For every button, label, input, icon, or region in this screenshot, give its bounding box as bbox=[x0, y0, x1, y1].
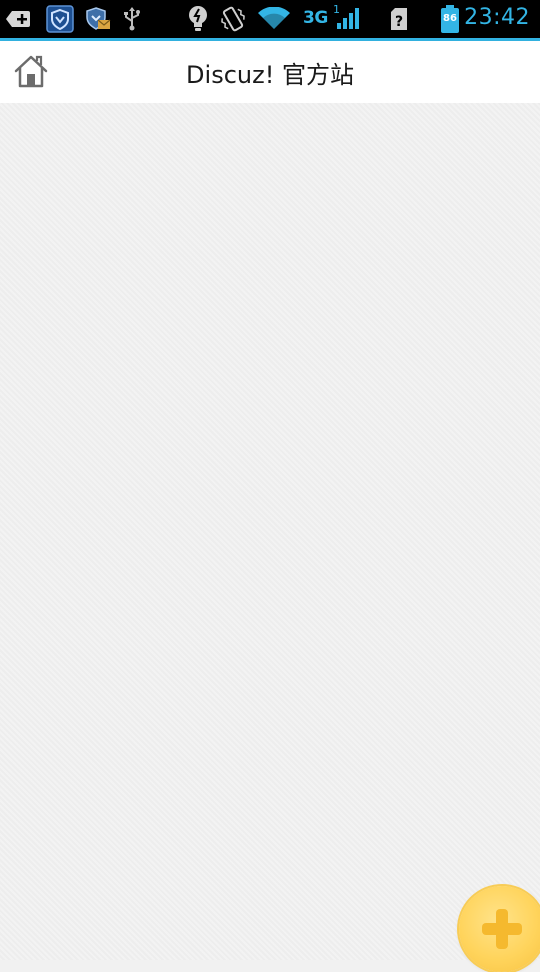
lightbulb-icon bbox=[185, 0, 211, 38]
vibrate-icon bbox=[219, 0, 247, 38]
content-area[interactable] bbox=[0, 103, 540, 960]
battery-level-text: 86 bbox=[443, 13, 457, 24]
status-clock: 23:42 bbox=[464, 5, 530, 30]
home-button[interactable] bbox=[10, 52, 52, 94]
page-title: Discuz! 官方站 bbox=[186, 61, 354, 89]
home-icon bbox=[13, 53, 49, 93]
status-bar: 3G 1 ? 86 23:42 bbox=[0, 0, 540, 38]
shield-mail-icon bbox=[84, 0, 112, 38]
plus-icon bbox=[476, 903, 528, 959]
cell-signal-icon bbox=[335, 0, 361, 38]
no-sim-icon: ? bbox=[388, 0, 412, 38]
shield-app-icon bbox=[46, 0, 74, 38]
usb-icon bbox=[120, 0, 144, 38]
wifi-icon bbox=[256, 0, 292, 38]
network-type-label: 3G bbox=[303, 8, 328, 28]
app-header: Discuz! 官方站 bbox=[0, 41, 540, 103]
add-notification-icon bbox=[4, 0, 32, 38]
svg-text:?: ? bbox=[395, 14, 403, 30]
add-fab-button[interactable] bbox=[459, 886, 540, 972]
